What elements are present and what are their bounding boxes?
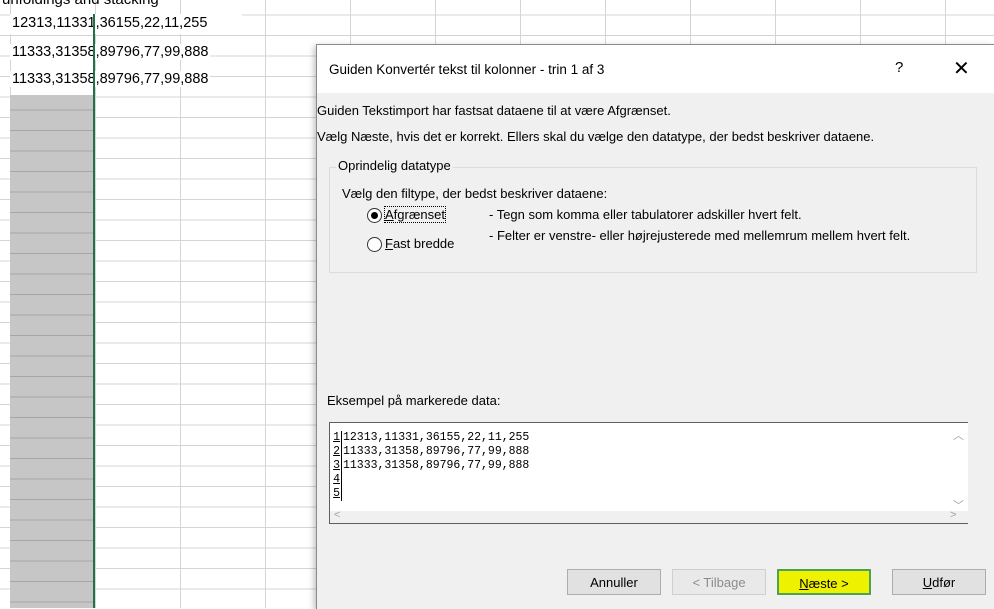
preview-label: Eksempel på markerede data:	[327, 393, 501, 408]
preview-line: 5	[330, 487, 343, 501]
preview-line-text: 11333,31358,89796,77,99,888	[343, 459, 530, 472]
vertical-scrollbar[interactable]: ︿ ﹀	[948, 423, 968, 512]
cancel-button[interactable]: Annuller	[567, 569, 661, 595]
info-line-1: Guiden Tekstimport har fastsat dataene t…	[317, 103, 671, 118]
preview-line-number: 4	[330, 473, 342, 487]
preview-line-number: 1	[330, 431, 342, 445]
preview-line-number: 5	[330, 487, 342, 501]
close-icon[interactable]: ✕	[953, 56, 970, 81]
preview-line: 4	[330, 473, 343, 487]
selection-border	[93, 14, 95, 608]
scroll-right-icon[interactable]: >	[950, 509, 956, 521]
preview-line-text	[342, 473, 343, 486]
preview-line: 3 11333,31358,89796,77,99,888	[330, 459, 529, 473]
back-button[interactable]: < Tilbage	[672, 569, 766, 595]
convert-text-to-columns-dialog: Guiden Konvertér tekst til kolonner - tr…	[316, 44, 994, 609]
radio-delimited[interactable]	[367, 208, 382, 223]
cell-a1[interactable]: 12313,11331,36155,22,11,255	[10, 15, 210, 31]
preview-line: 2 11333,31358,89796,77,99,888	[330, 445, 529, 459]
scroll-up-icon[interactable]: ︿	[953, 427, 964, 443]
group-prompt: Vælg den filtype, der bedst beskriver da…	[342, 186, 608, 201]
delimited-description: - Tegn som komma eller tabulatorer adski…	[489, 207, 802, 222]
preview-line-text: 12313,11331,36155,22,11,255	[343, 431, 530, 444]
fixed-width-description: - Felter er venstre- eller højrejustered…	[489, 228, 911, 243]
preview-line-text: 11333,31358,89796,77,99,888	[343, 445, 530, 458]
finish-button[interactable]: Udfør	[892, 569, 986, 595]
radio-fixed-width-label[interactable]: Fast bredde	[385, 236, 454, 251]
help-button[interactable]: ?	[895, 59, 903, 76]
group-title: Oprindelig datatype	[336, 158, 453, 173]
preview-line: 1 12313,11331,36155,22,11,255	[330, 431, 529, 445]
scroll-left-icon[interactable]: <	[334, 509, 340, 521]
cell-a2[interactable]: 11333,31358,89796,77,99,888	[10, 44, 211, 60]
cell-a3[interactable]: 11333,31358,89796,77,99,888	[10, 71, 211, 87]
original-datatype-group: Oprindelig datatype Vælg den filtype, de…	[329, 158, 977, 273]
radio-delimited-label[interactable]: Afgrænset	[384, 206, 446, 223]
info-line-2: Vælg Næste, hvis det er korrekt. Ellers …	[317, 129, 875, 144]
next-button[interactable]: Næste >	[777, 569, 871, 595]
data-preview[interactable]: 1 12313,11331,36155,22,11,255 2 11333,31358…	[329, 422, 968, 524]
preview-line-number: 3	[330, 459, 342, 473]
radio-fixed-width[interactable]	[367, 237, 382, 252]
preview-line-number: 2	[330, 445, 342, 459]
dialog-title: Guiden Konvertér tekst til kolonner - tr…	[329, 62, 605, 77]
horizontal-scrollbar[interactable]: < >	[330, 509, 968, 523]
dialog-titlebar[interactable]: Guiden Konvertér tekst til kolonner - tr…	[317, 45, 994, 93]
clipped-top-text: unfoldings and stacking	[0, 0, 994, 10]
preview-line-text	[342, 487, 343, 500]
column-a-gridlines	[10, 95, 94, 608]
